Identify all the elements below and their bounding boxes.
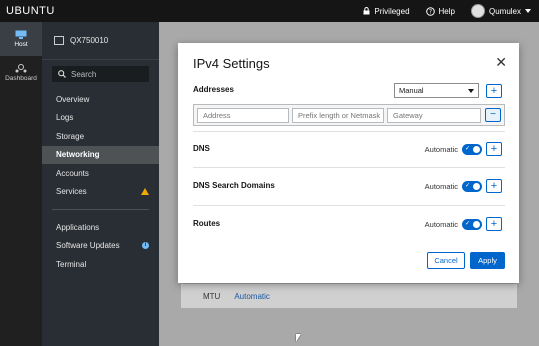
- mtu-label: MTU: [203, 291, 221, 301]
- user-menu[interactable]: Qumulex: [470, 4, 531, 18]
- sidebar-item-label: Logs: [56, 113, 74, 123]
- host-icon: [15, 30, 27, 39]
- avatar: [470, 4, 485, 18]
- rail-item-host[interactable]: Host: [0, 22, 42, 56]
- remove-address-button[interactable]: −: [485, 108, 501, 122]
- ipv4-settings-dialog: IPv4 Settings ✕ Addresses Manual + − DNS…: [178, 43, 519, 283]
- sidebar-item-label: Overview: [56, 94, 90, 104]
- address-input[interactable]: [197, 108, 289, 123]
- address-method-select[interactable]: Manual: [394, 83, 479, 98]
- addresses-label: Addresses: [193, 85, 234, 94]
- warning-icon: [141, 188, 149, 196]
- sidebar-item-overview[interactable]: Overview: [42, 90, 159, 109]
- rail-item-label: Host: [14, 41, 28, 48]
- dns-automatic-label: Automatic: [424, 145, 458, 154]
- dashboard-icon: [15, 64, 27, 73]
- mtu-value-link[interactable]: Automatic: [234, 292, 270, 301]
- search-placeholder: Search: [71, 69, 97, 79]
- sidebar-item-label: Storage: [56, 131, 85, 141]
- sidebar-item-label: Software Updates: [56, 241, 120, 251]
- sidebar-item-software-updates[interactable]: Software Updates i: [42, 237, 159, 256]
- chevron-down-icon: [525, 9, 531, 13]
- server-icon: [54, 36, 64, 45]
- section-divider: [193, 167, 505, 168]
- user-label: Qumulex: [488, 6, 521, 16]
- rail-item-label: Dashboard: [5, 75, 37, 82]
- sidebar-nav: QX750010 Search Overview Logs Storage Ne…: [42, 22, 159, 346]
- cancel-button[interactable]: Cancel: [427, 252, 465, 269]
- sidebar-item-label: Accounts: [56, 168, 89, 178]
- help-icon: ?: [425, 6, 435, 16]
- search-icon: [58, 70, 66, 78]
- close-icon[interactable]: ✕: [495, 55, 507, 69]
- lock-icon: [363, 7, 370, 15]
- section-divider: [193, 131, 505, 132]
- chevron-down-icon: [468, 88, 474, 93]
- help-label: Help: [438, 6, 455, 16]
- dns-search-automatic-toggle[interactable]: ✓: [462, 181, 482, 192]
- sidebar-item-applications[interactable]: Applications: [42, 218, 159, 237]
- sidebar-item-accounts[interactable]: Accounts: [42, 164, 159, 183]
- routes-automatic-label: Automatic: [424, 220, 458, 229]
- top-bar: UBUNTU Privileged ? Help Qumulex: [0, 0, 539, 22]
- interface-details-card: MTU Automatic: [181, 284, 517, 308]
- routes-automatic-toggle[interactable]: ✓: [462, 219, 482, 230]
- privileged-button[interactable]: Privileged: [363, 6, 410, 16]
- dns-automatic-toggle[interactable]: ✓: [462, 144, 482, 155]
- sidebar-item-storage[interactable]: Storage: [42, 127, 159, 146]
- sidebar-item-label: Services: [56, 187, 87, 197]
- host-switcher-rail: Host Dashboard: [0, 22, 42, 346]
- dns-search-automatic-label: Automatic: [424, 182, 458, 191]
- sidebar-item-networking[interactable]: Networking: [42, 145, 159, 164]
- add-dns-search-button[interactable]: +: [486, 179, 502, 193]
- dns-label: DNS: [193, 144, 210, 153]
- help-button[interactable]: ? Help: [425, 6, 455, 16]
- privileged-label: Privileged: [374, 6, 410, 16]
- sidebar-item-logs[interactable]: Logs: [42, 109, 159, 128]
- sidebar-item-label: Applications: [56, 222, 100, 232]
- address-row: −: [193, 104, 505, 126]
- sidebar-item-label: Terminal: [56, 259, 87, 269]
- dialog-title: IPv4 Settings: [193, 56, 270, 71]
- brand-label: UBUNTU: [6, 5, 55, 17]
- dns-search-domains-label: DNS Search Domains: [193, 181, 275, 190]
- topbar-actions: Privileged ? Help Qumulex: [363, 0, 531, 22]
- section-divider: [193, 205, 505, 206]
- host-selector[interactable]: QX750010: [42, 22, 159, 60]
- info-icon: i: [142, 242, 149, 250]
- check-icon: ✓: [465, 221, 471, 227]
- mouse-cursor-icon: [296, 334, 301, 342]
- sidebar-item-terminal[interactable]: Terminal: [42, 255, 159, 274]
- check-icon: ✓: [465, 183, 471, 189]
- add-route-button[interactable]: +: [486, 217, 502, 231]
- check-icon: ✓: [465, 146, 471, 152]
- add-dns-button[interactable]: +: [486, 142, 502, 156]
- rail-item-dashboard[interactable]: Dashboard: [0, 56, 42, 90]
- gateway-input[interactable]: [387, 108, 481, 123]
- routes-label: Routes: [193, 219, 221, 228]
- sidebar-item-services[interactable]: Services: [42, 183, 159, 202]
- svg-text:?: ?: [428, 8, 431, 15]
- nav-divider: [52, 209, 149, 210]
- address-method-value: Manual: [399, 86, 424, 95]
- host-name: QX750010: [70, 36, 109, 45]
- search-input[interactable]: Search: [52, 66, 149, 82]
- prefix-input[interactable]: [292, 108, 384, 123]
- add-address-button[interactable]: +: [486, 84, 502, 98]
- sidebar-item-label: Networking: [56, 150, 100, 160]
- apply-button[interactable]: Apply: [470, 252, 505, 269]
